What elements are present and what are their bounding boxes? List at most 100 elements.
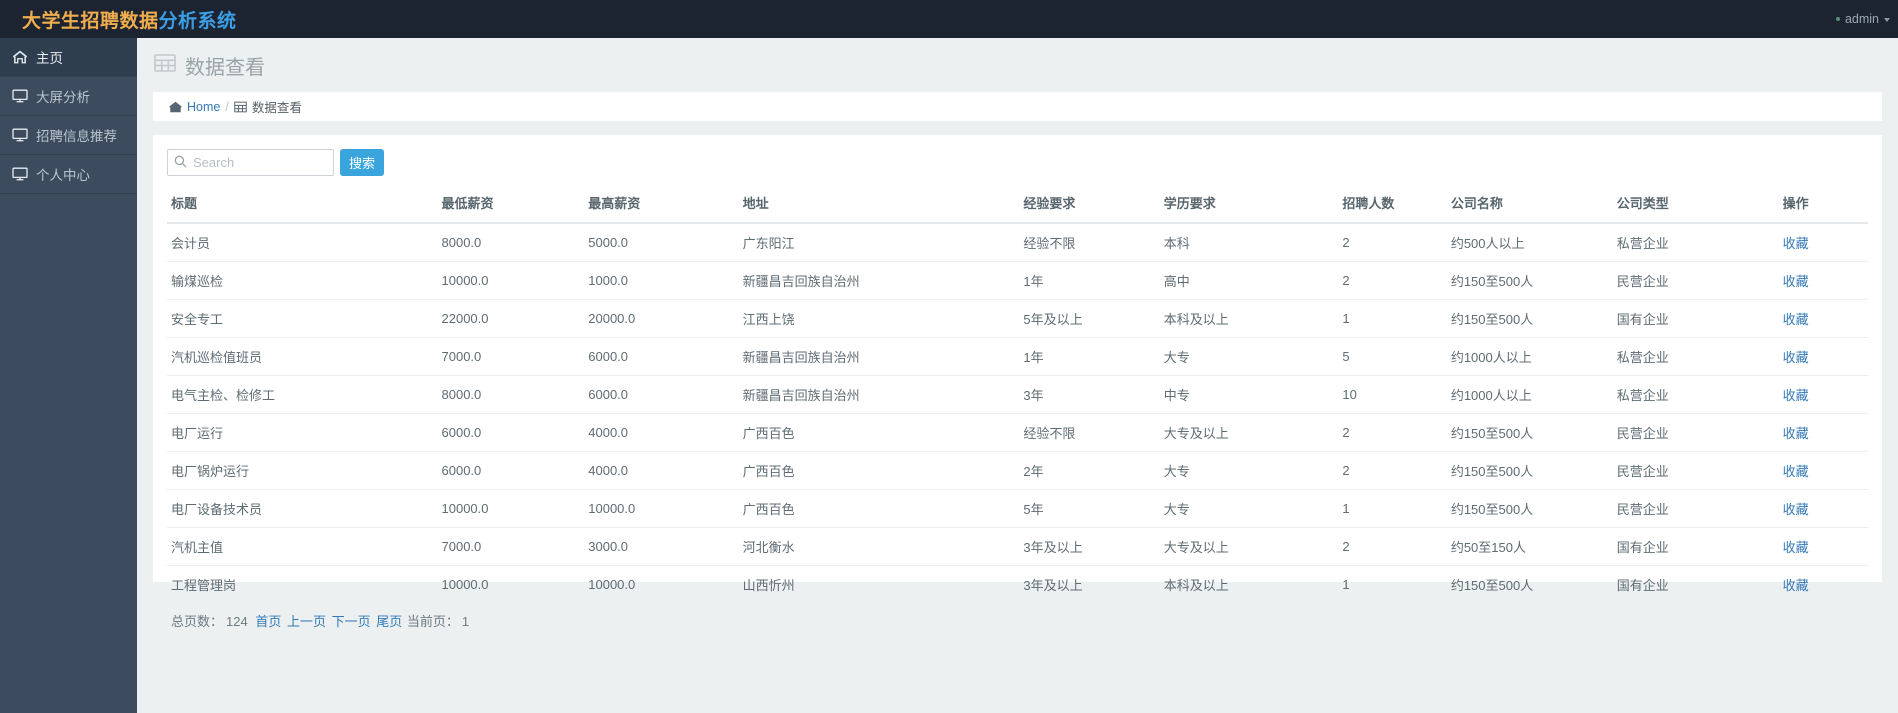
cell-company-name: 约50至150人	[1446, 527, 1613, 566]
cell-company-type: 私营企业	[1612, 337, 1779, 376]
favorite-button[interactable]: 收藏	[1783, 540, 1809, 555]
breadcrumb: Home / 数据查看	[153, 92, 1882, 121]
cell-actions: 收藏	[1778, 223, 1868, 262]
sidebar-item-job-recommendation[interactable]: 招聘信息推荐	[0, 116, 137, 155]
cell-company-name: 约150至500人	[1450, 578, 1534, 593]
breadcrumb-current: 数据查看	[251, 101, 302, 115]
breadcrumb-home-link[interactable]: Home	[187, 100, 220, 114]
table-header: 标题 最低薪资 最高薪资 地址 经验要求 学历要求 招聘人数 公司名称 公司类型…	[167, 187, 1868, 224]
monitor-icon	[11, 167, 28, 182]
sidebar-item-label: 主页	[36, 51, 63, 66]
data-table: 标题 最低薪资 最高薪资 地址 经验要求 学历要求 招聘人数 公司名称 公司类型…	[167, 187, 1868, 603]
cell-experience: 经验不限	[1019, 223, 1160, 262]
cell-address: 广西百色	[738, 489, 1020, 528]
home-icon	[169, 101, 182, 113]
cell-title: 电气主检、检修工	[167, 375, 438, 414]
cell-experience: 5年	[1019, 489, 1160, 528]
cell-education: 大专及以上	[1159, 527, 1339, 566]
cell-company-type: 民营企业	[1612, 451, 1779, 490]
cell-min-salary: 22000.0	[437, 299, 585, 338]
cell-address: 江西上饶	[738, 299, 1020, 338]
table-row: 汽机主值 7000.0 3000.0 河北衡水 3年及以上 大专及以上 2 约50至150人国…	[167, 527, 1868, 566]
cell-title: 汽机巡检值班员	[167, 337, 438, 376]
table-row: 工程管理岗 10000.0 10000.0 山西忻州 3年及以上 本科及以上 1 约150至5…	[167, 566, 1868, 604]
cell-max-salary: 4000.0	[584, 451, 739, 490]
cell-headcount: 1	[1338, 489, 1447, 528]
table-row: 输煤巡检 10000.0 1000.0 新疆昌吉回族自治州 1年 高中 2 约150至500人…	[167, 261, 1868, 300]
cell-headcount: 1	[1338, 299, 1447, 338]
breadcrumb-separator: /	[225, 99, 229, 114]
cell-address: 新疆昌吉回族自治州	[738, 337, 1020, 376]
cell-title: 汽机主值	[167, 527, 438, 566]
column-header-title: 标题	[167, 187, 438, 224]
cell-education: 大专	[1159, 489, 1339, 528]
cell-experience: 经验不限	[1019, 413, 1160, 452]
cell-title: 会计员	[167, 223, 438, 262]
sidebar-item-home[interactable]: 主页	[0, 38, 137, 77]
favorite-button[interactable]: 收藏	[1783, 350, 1809, 365]
favorite-button[interactable]: 收藏	[1783, 236, 1809, 251]
home-icon	[11, 50, 28, 65]
pagination-first-link[interactable]: 首页	[255, 614, 281, 629]
cell-experience: 1年	[1019, 261, 1160, 300]
favorite-button[interactable]: 收藏	[1783, 312, 1809, 327]
table-row: 会计员 8000.0 5000.0 广东阳江 经验不限 本科 2 约500人以上 私营企业 收藏	[167, 223, 1868, 262]
pagination-next-link[interactable]: 下一页	[332, 614, 371, 629]
user-name-label: admin	[1844, 12, 1879, 26]
cell-min-salary: 8000.0	[437, 375, 585, 414]
cell-company-type: 国有企业	[1616, 578, 1669, 593]
cell-min-salary: 7000.0	[437, 337, 585, 376]
cell-max-salary: 1000.0	[584, 261, 739, 300]
column-header-actions: 操作	[1778, 187, 1868, 224]
cell-company-name: 约150至500人	[1446, 299, 1613, 338]
favorite-button[interactable]: 收藏	[1783, 464, 1809, 479]
cell-address: 新疆昌吉回族自治州	[738, 261, 1020, 300]
search-button[interactable]: 搜索	[340, 149, 385, 176]
cell-company-name: 约1000人以上	[1446, 337, 1613, 376]
cell-actions: 收藏	[1778, 451, 1868, 490]
cell-min-salary: 6000.0	[437, 413, 585, 452]
brand-title-secondary: 分析系统	[158, 10, 237, 32]
pagination-last-link[interactable]: 尾页	[376, 614, 402, 629]
status-dot-icon	[1835, 17, 1840, 21]
cell-address: 广西百色	[738, 451, 1020, 490]
pagination-prev-link[interactable]: 上一页	[287, 614, 326, 629]
search-input[interactable]	[167, 149, 334, 176]
cell-education: 大专及以上	[1159, 413, 1339, 452]
cell-experience: 3年及以上	[1023, 578, 1083, 593]
cell-title: 输煤巡检	[167, 261, 438, 300]
favorite-button[interactable]: 收藏	[1783, 426, 1809, 441]
pagination: 总页数： 124 首页 上一页 下一页 尾页 当前页： 1	[167, 603, 1868, 630]
page-title: 数据查看	[185, 56, 265, 79]
cell-max-salary: 6000.0	[584, 337, 739, 376]
sidebar-item-bigscreen-analysis[interactable]: 大屏分析	[0, 77, 137, 116]
table-row: 电气主检、检修工 8000.0 6000.0 新疆昌吉回族自治州 3年 中专 10 约1000…	[167, 375, 1868, 414]
brand-title[interactable]: 大学生招聘数据分析系统	[22, 6, 237, 33]
cell-title: 工程管理岗	[171, 578, 237, 593]
cell-headcount: 2	[1338, 223, 1447, 262]
content-card: 搜索 标题 最低薪资 最高薪资 地址 经验要求 学历要求 招聘人数 公司名称 公…	[153, 135, 1882, 629]
table-row: 电厂设备技术员 10000.0 10000.0 广西百色 5年 大专 1 约150至500人民…	[167, 489, 1868, 528]
table-row: 安全专工 22000.0 20000.0 江西上饶 5年及以上 本科及以上 1 约150至50…	[167, 299, 1868, 338]
cell-actions: 收藏	[1778, 489, 1868, 528]
cell-max-salary: 10000.0	[584, 489, 739, 528]
favorite-button[interactable]: 收藏	[1783, 578, 1809, 593]
sidebar-item-label: 大屏分析	[36, 90, 90, 105]
cell-company-type: 民营企业	[1612, 261, 1779, 300]
cell-experience: 1年	[1019, 337, 1160, 376]
search-toolbar: 搜索	[167, 149, 1868, 176]
favorite-button[interactable]: 收藏	[1783, 388, 1809, 403]
cell-min-salary: 10000.0	[437, 489, 585, 528]
cell-address: 新疆昌吉回族自治州	[738, 375, 1020, 414]
main-content: 数据查看 Home / 数据查看 Search 搜索 标题 最低薪资 最高薪资 …	[137, 38, 1898, 713]
sidebar-item-user-center[interactable]: 个人中心	[0, 155, 137, 194]
cell-title: 电厂设备技术员	[167, 489, 438, 528]
favorite-button[interactable]: 收藏	[1783, 502, 1809, 517]
cell-max-salary: 20000.0	[584, 299, 739, 338]
cell-max-salary: 5000.0	[584, 223, 739, 262]
favorite-button[interactable]: 收藏	[1783, 274, 1809, 289]
user-menu[interactable]: admin	[1835, 12, 1890, 26]
column-header-experience: 经验要求	[1019, 187, 1160, 224]
sidebar-item-label: 招聘信息推荐	[36, 129, 117, 144]
cell-headcount: 2	[1338, 413, 1447, 452]
